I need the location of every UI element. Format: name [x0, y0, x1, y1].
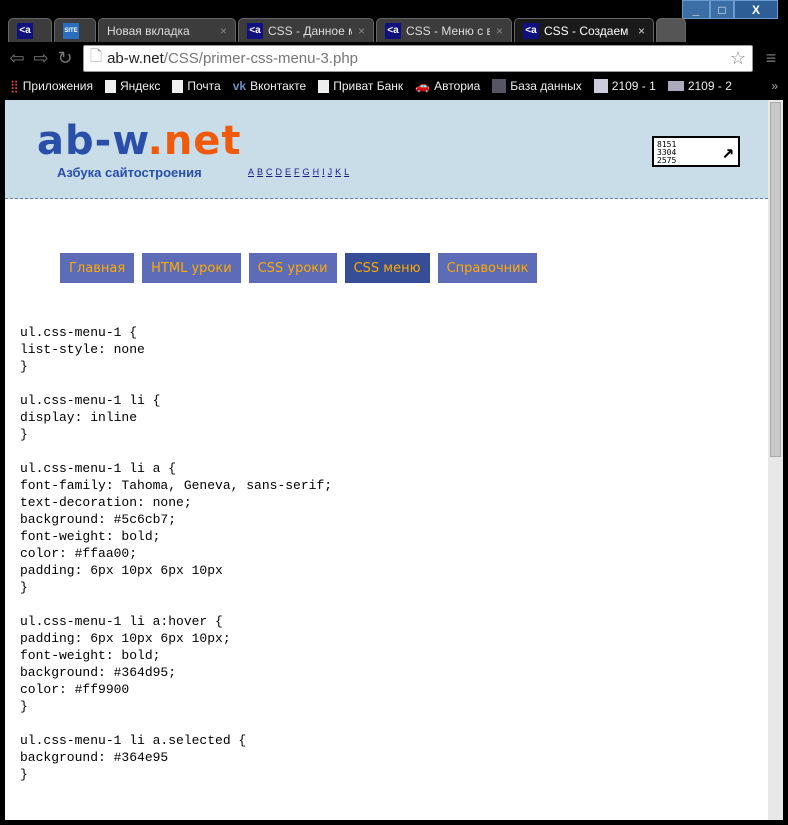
page-icon	[172, 79, 184, 93]
tab-label: Новая вкладка	[107, 23, 190, 38]
siteru-favicon-icon: SITE	[63, 22, 79, 39]
tab-pinned-1[interactable]: <a	[8, 18, 52, 42]
site-logo[interactable]: ab-w.net	[37, 118, 242, 164]
tab-pinned-2[interactable]: SITE	[54, 18, 96, 42]
alphabet-link[interactable]: F	[294, 167, 300, 177]
alphabet-links: ABCDEFGHIJKL	[248, 167, 349, 177]
alphabet-link[interactable]: A	[248, 167, 254, 177]
tab-label: CSS - Данное ме	[268, 23, 352, 38]
arrow-icon: ↗	[721, 139, 734, 163]
bookmark-label: Вконтакте	[250, 79, 307, 93]
alphabet-link[interactable]: D	[276, 167, 283, 177]
bookmark-vk[interactable]: vk Вконтакте	[233, 79, 307, 93]
alphabet-link[interactable]: G	[303, 167, 310, 177]
url-path: /CSS/primer-css-menu-3.php	[163, 50, 359, 67]
menu-item-reference[interactable]: Справочник	[437, 253, 538, 283]
menu-item-css-menu[interactable]: CSS меню	[344, 253, 430, 283]
bookmark-2109-1[interactable]: 2109 - 1	[593, 79, 656, 93]
css-menu: Главная HTML уроки CSS уроки CSS меню Сп…	[60, 253, 538, 283]
alphabet-link[interactable]: H	[313, 167, 320, 177]
bookmarks-bar: ⣿ Приложения Яндекс Почта vk Вконтакте При…	[10, 75, 778, 97]
bookmark-apps[interactable]: ⣿ Приложения	[10, 79, 93, 93]
tab-strip: <a SITE Новая вкладка × <a CSS - Данное ме…	[8, 16, 688, 42]
database-icon	[492, 79, 507, 93]
reload-icon[interactable]: ↻	[53, 48, 77, 69]
site-tagline: Азбука сайтостроения	[57, 165, 202, 180]
bookmark-label: 2109 - 2	[687, 79, 732, 93]
close-button[interactable]: X	[734, 0, 778, 19]
alphabet-link[interactable]: E	[285, 167, 291, 177]
url-host: ab-w.net	[107, 50, 164, 67]
visit-counter[interactable]: 8151 3304 2575 ↗	[652, 136, 740, 167]
window-controls: _ □ X	[682, 0, 778, 19]
menu-item-home[interactable]: Главная	[60, 253, 135, 283]
tab-label: CSS - Меню с вы	[406, 23, 490, 38]
menu-item-html[interactable]: HTML уроки	[142, 253, 241, 283]
site-favicon-icon: <a	[17, 22, 33, 39]
logo-icon	[593, 79, 608, 93]
page-content: ab-w.net Азбука сайтостроения ABCDEFGHIJ…	[5, 100, 768, 820]
tab-css-2[interactable]: <a CSS - Меню с вы×	[376, 18, 512, 42]
close-tab-icon[interactable]: ×	[632, 24, 645, 38]
bookmark-autoria[interactable]: 🚗 Авториа	[415, 79, 480, 93]
site-favicon-icon: <a	[385, 22, 401, 39]
alphabet-link[interactable]: L	[344, 167, 349, 177]
bookmark-label: 2109 - 1	[611, 79, 656, 93]
car-icon: 🚗	[415, 79, 431, 93]
bookmark-label: База данных	[510, 79, 582, 93]
alphabet-link[interactable]: J	[328, 167, 333, 177]
site-favicon-icon: <a	[247, 22, 263, 39]
page-icon	[105, 79, 117, 93]
bookmarks-overflow-button[interactable]: »	[771, 79, 778, 93]
vk-icon: vk	[232, 79, 247, 93]
menu-icon[interactable]: ≡	[759, 48, 783, 69]
bookmark-label: Приложения	[22, 79, 94, 93]
alphabet-link[interactable]: I	[322, 167, 325, 177]
page-icon: 🗋	[90, 48, 103, 65]
css-code-block: ul.css-menu-1 { list-style: none } ul.cs…	[20, 325, 333, 782]
site-favicon-icon: <a	[523, 22, 539, 39]
car-icon	[667, 81, 684, 91]
close-tab-icon[interactable]: ×	[352, 24, 365, 38]
tab-new[interactable]: Новая вкладка ×	[98, 18, 236, 42]
bookmark-star-icon[interactable]: ☆	[730, 48, 746, 69]
back-icon[interactable]: ⇦	[5, 48, 29, 69]
address-bar[interactable]: 🗋 ab-w.net/CSS/primer-css-menu-3.php ☆	[83, 45, 753, 72]
forward-icon[interactable]: ⇨	[29, 48, 53, 69]
bookmark-label: Почта	[187, 79, 221, 93]
bookmark-database[interactable]: База данных	[492, 79, 582, 93]
page-icon	[318, 79, 330, 93]
vertical-scrollbar[interactable]	[768, 100, 783, 820]
close-tab-icon[interactable]: ×	[214, 24, 227, 38]
tab-css-active[interactable]: <a CSS - Создаем с ×	[514, 18, 654, 42]
tab-label: CSS - Создаем с	[544, 23, 630, 38]
alphabet-link[interactable]: C	[266, 167, 273, 177]
logo-dot: .	[147, 118, 164, 164]
logo-net: net	[163, 118, 242, 164]
bookmark-label: Авториа	[434, 79, 481, 93]
new-tab-button[interactable]	[656, 18, 686, 42]
logo-main: ab-w	[37, 118, 148, 164]
browser-toolbar: ⇦ ⇨ ↻ 🗋 ab-w.net/CSS/primer-css-menu-3.p…	[5, 42, 783, 75]
bookmark-privat[interactable]: Приват Банк	[318, 79, 403, 93]
site-header: ab-w.net Азбука сайтостроения ABCDEFGHIJ…	[5, 100, 768, 199]
scrollbar-thumb[interactable]	[770, 102, 781, 457]
maximize-button[interactable]: □	[710, 0, 734, 19]
bookmark-pochta[interactable]: Почта	[172, 79, 221, 93]
alphabet-link[interactable]: B	[257, 167, 263, 177]
close-tab-icon[interactable]: ×	[490, 24, 503, 38]
alphabet-link[interactable]: K	[335, 167, 341, 177]
bookmark-2109-2[interactable]: 2109 - 2	[667, 79, 732, 93]
apps-grid-icon: ⣿	[10, 79, 19, 93]
tab-css-1[interactable]: <a CSS - Данное ме×	[238, 18, 374, 42]
bookmark-label: Приват Банк	[333, 79, 404, 93]
bookmark-label: Яндекс	[120, 79, 161, 93]
menu-item-css[interactable]: CSS уроки	[248, 253, 337, 283]
bookmark-yandex[interactable]: Яндекс	[105, 79, 160, 93]
